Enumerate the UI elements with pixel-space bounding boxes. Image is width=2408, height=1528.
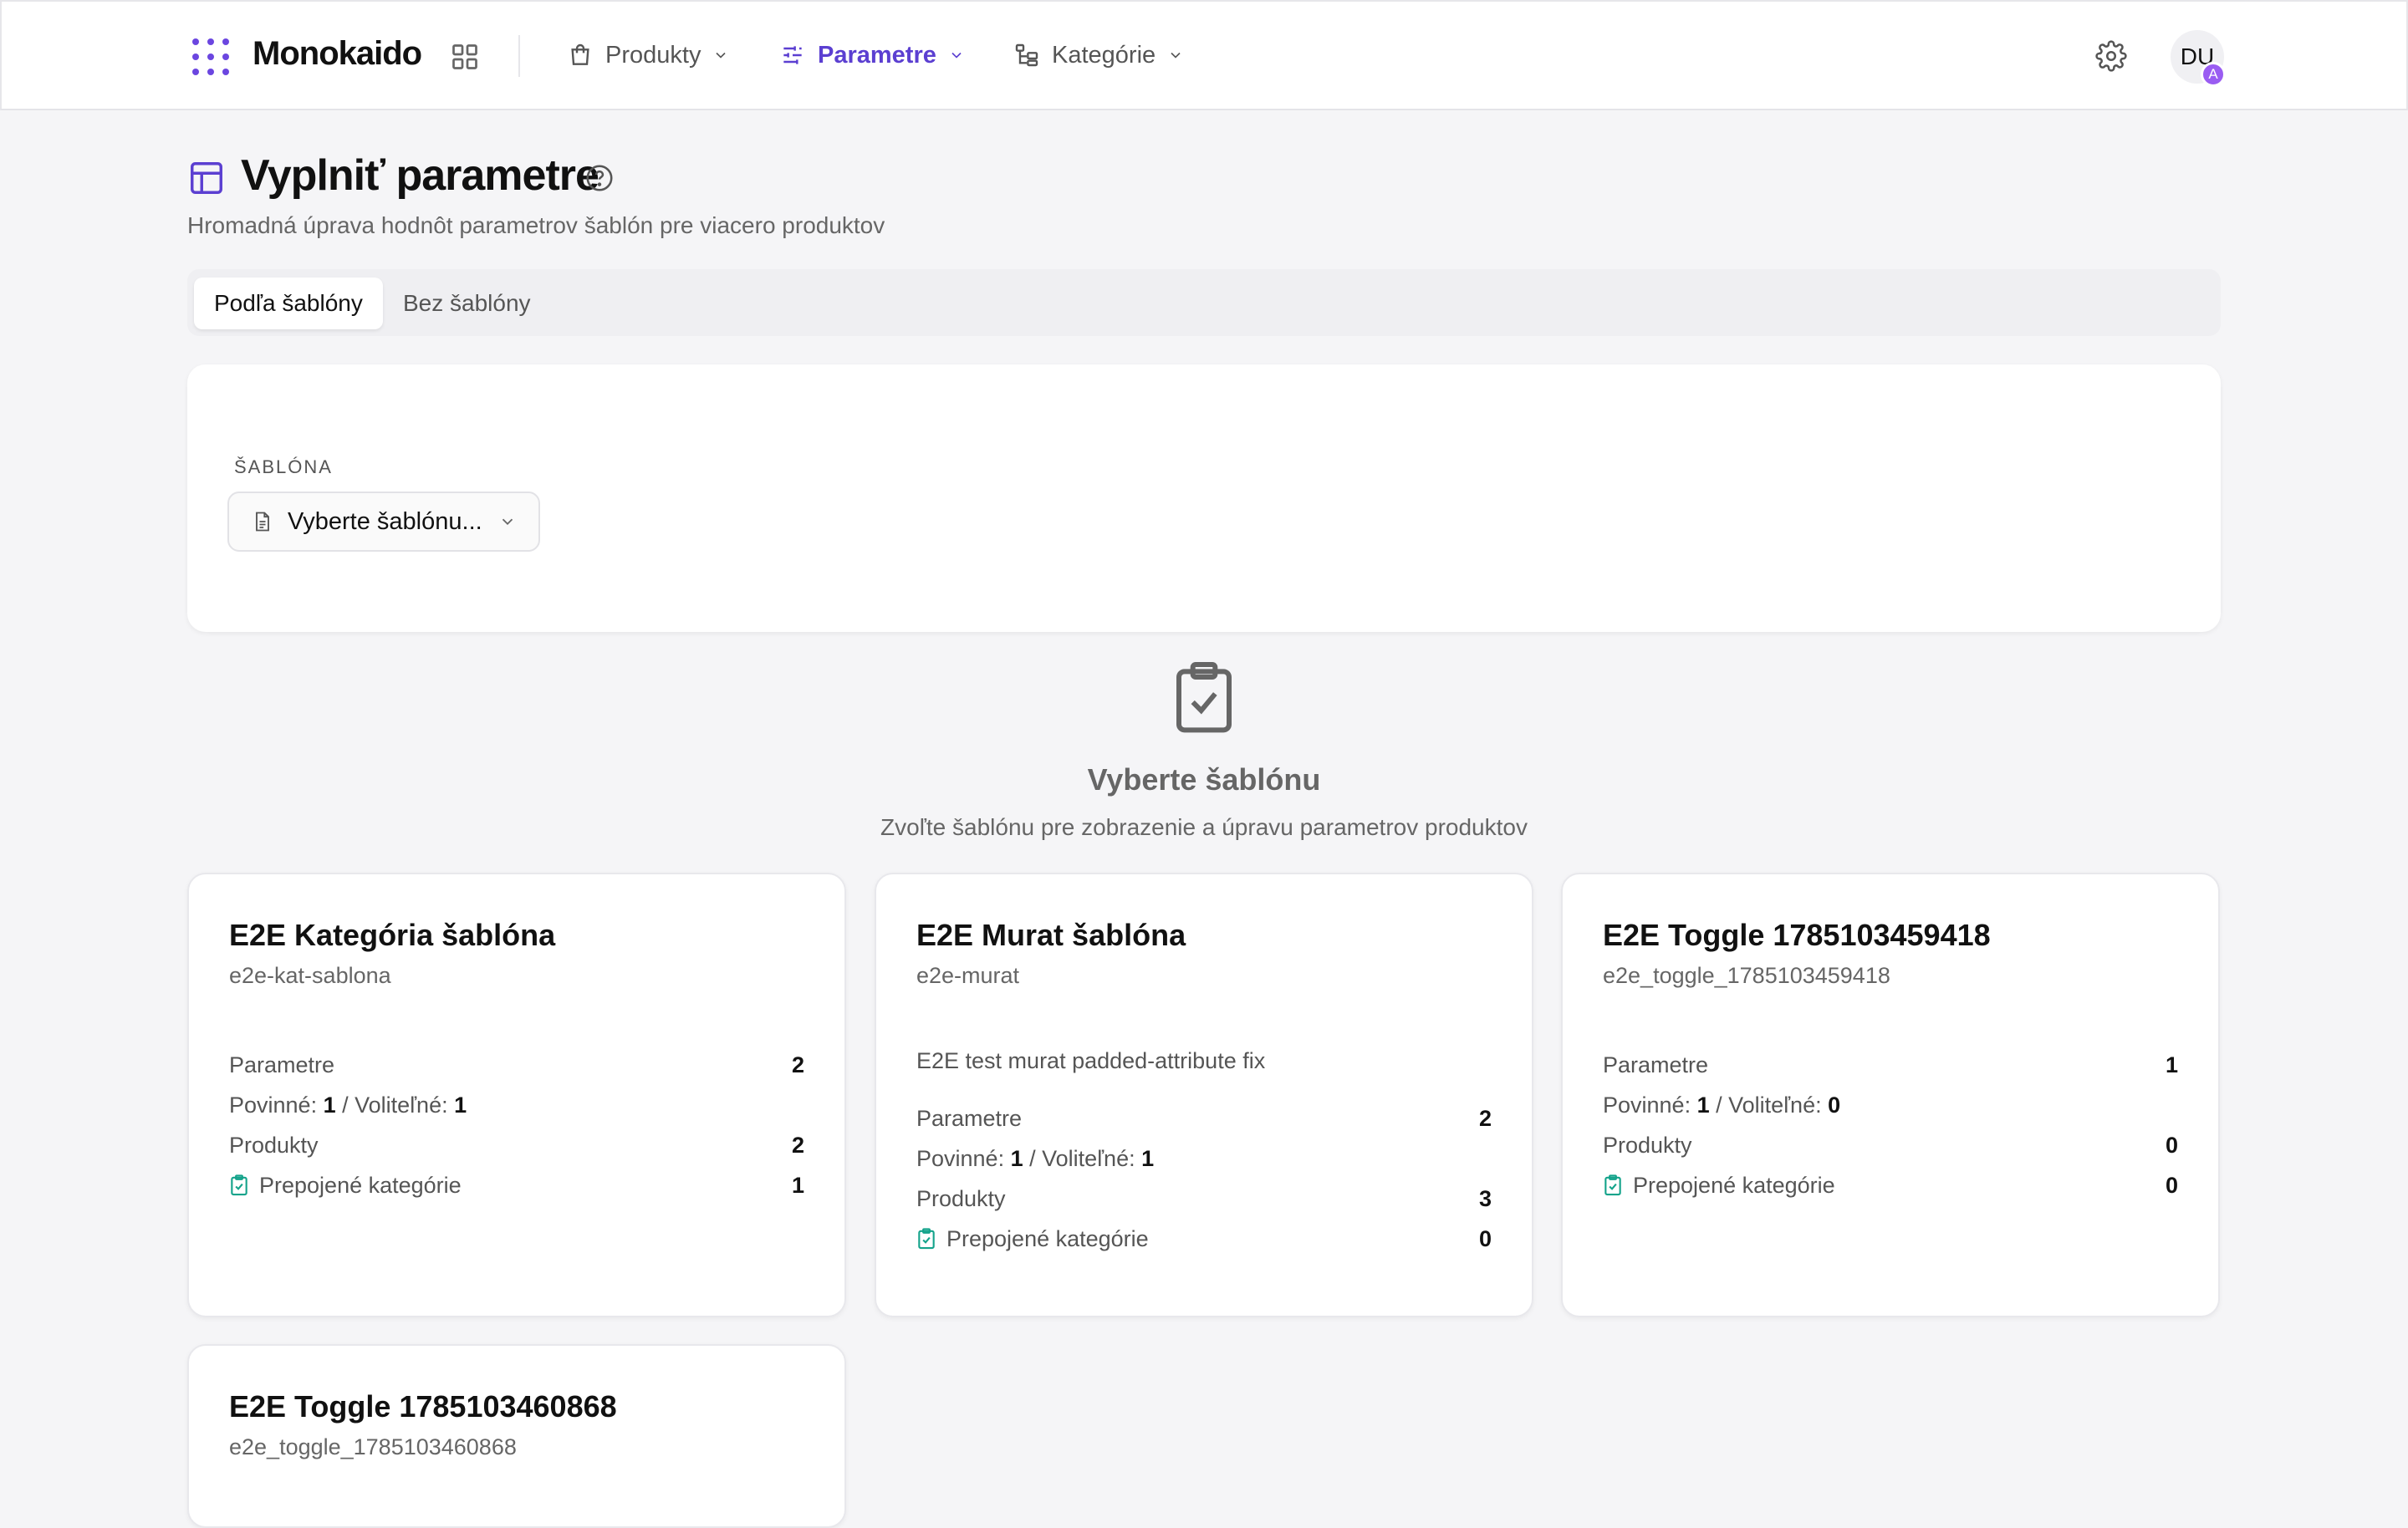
optional-count: 1 — [1141, 1145, 1155, 1171]
products-row: Produkty 0 — [1603, 1128, 2178, 1162]
template-select-card: ŠABLÓNA Vyberte šablónu... — [187, 364, 2221, 632]
optional-count: 1 — [454, 1092, 467, 1118]
linked-categories-count: 0 — [1478, 1225, 1492, 1251]
template-name: E2E Toggle 1785103460868 — [229, 1389, 617, 1424]
parameters-row: Parametre 2 — [229, 1048, 804, 1082]
template-slug: e2e_toggle_1785103459418 — [1603, 963, 1890, 988]
logo-dots-icon[interactable] — [192, 38, 229, 75]
template-select-dropdown[interactable]: Vyberte šablónu... — [227, 492, 540, 552]
settings-gear-icon[interactable] — [2095, 40, 2127, 72]
chevron-down-icon — [502, 518, 513, 526]
template-card[interactable]: E2E Murat šablóna e2e-murat E2E test mur… — [875, 873, 1533, 1317]
template-slug: e2e_toggle_1785103460868 — [229, 1434, 517, 1459]
table-layout-icon — [191, 162, 222, 194]
nav-parametre-label: Parametre — [818, 41, 936, 69]
products-count: 3 — [1478, 1185, 1492, 1211]
document-icon — [256, 512, 269, 532]
required-optional-row: Povinné: 1 / Voliteľné: 1 — [229, 1092, 467, 1118]
required-label: Povinné: — [916, 1145, 1005, 1171]
clipboard-check-icon — [918, 1228, 935, 1250]
template-card[interactable]: E2E Toggle 1785103459418 e2e_toggle_1785… — [1561, 873, 2220, 1317]
nav-parametre[interactable]: Parametre — [779, 35, 965, 75]
products-row: Produkty 3 — [916, 1182, 1492, 1215]
empty-state-title: Vyberte šablónu — [1087, 762, 1321, 797]
chevron-down-icon — [951, 52, 962, 59]
required-count: 1 — [1010, 1145, 1023, 1171]
optional-count: 0 — [1828, 1092, 1841, 1118]
nav-produkty-label: Produkty — [605, 41, 701, 69]
products-row: Produkty 2 — [229, 1128, 804, 1162]
help-circle-icon[interactable] — [584, 162, 615, 194]
sliders-icon — [783, 46, 802, 64]
linked-categories-label: Prepojené kategórie — [946, 1225, 1149, 1251]
required-label: Povinné: — [229, 1092, 318, 1118]
avatar-role-badge: A — [2201, 62, 2226, 87]
nav-divider — [518, 35, 520, 77]
optional-label: Voliteľné: — [355, 1092, 448, 1118]
products-label: Produkty — [916, 1185, 1006, 1211]
apps-grid-icon[interactable] — [450, 42, 480, 72]
template-name: E2E Murat šablóna — [916, 918, 1186, 952]
template-card[interactable]: E2E Toggle 1785103460868 e2e_toggle_1785… — [187, 1344, 846, 1528]
required-label: Povinné: — [1603, 1092, 1691, 1118]
template-card[interactable]: E2E Kategória šablóna e2e-kat-sablona Pa… — [187, 873, 846, 1317]
parameters-count: 1 — [2165, 1052, 2178, 1077]
chevron-down-icon — [1171, 52, 1181, 59]
required-optional-row: Povinné: 1 / Voliteľné: 0 — [1603, 1092, 1841, 1118]
clipboard-check-icon — [1176, 662, 1232, 733]
template-select-label: ŠABLÓNA — [234, 456, 333, 477]
nav-produkty[interactable]: Produkty — [567, 35, 729, 75]
products-count: 0 — [2165, 1132, 2178, 1158]
required-count: 1 — [1696, 1092, 1710, 1118]
nav-kategorie-label: Kategórie — [1052, 41, 1156, 69]
mode-tabs: Podľa šablóny Bez šablóny — [187, 269, 2221, 336]
page-subtitle: Hromadná úprava hodnôt parametrov šablón… — [187, 212, 885, 238]
parameters-label: Parametre — [229, 1052, 335, 1077]
linked-categories-count: 1 — [791, 1172, 804, 1198]
linked-categories-label: Prepojené kategórie — [259, 1172, 462, 1198]
template-name: E2E Kategória šablóna — [229, 918, 556, 952]
template-slug: e2e-murat — [916, 963, 1020, 988]
tab-podla-sablony[interactable]: Podľa šablóny — [194, 278, 383, 329]
empty-state-subtitle: Zvoľte šablónu pre zobrazenie a úpravu p… — [880, 814, 1528, 840]
linked-categories-row: Prepojené kategórie 0 — [916, 1222, 1492, 1256]
linked-categories-label: Prepojené kategórie — [1633, 1172, 1835, 1198]
optional-label: Voliteľné: — [1728, 1092, 1822, 1118]
parameters-label: Parametre — [1603, 1052, 1709, 1077]
template-slug: e2e-kat-sablona — [229, 963, 391, 988]
template-description: E2E test murat padded-attribute fix — [916, 1048, 1266, 1073]
linked-categories-row: Prepojené kategórie 1 — [229, 1169, 804, 1202]
template-select-value: Vyberte šablónu... — [288, 507, 482, 535]
tab-bez-sablony[interactable]: Bez šablóny — [383, 278, 551, 329]
template-name: E2E Toggle 1785103459418 — [1603, 918, 1991, 952]
products-label: Produkty — [229, 1132, 319, 1158]
parameters-label: Parametre — [916, 1105, 1023, 1131]
top-navigation-bar: Monokaido Produkty Parametre Kategórie D… — [0, 0, 2408, 110]
linked-categories-row: Prepojené kategórie 0 — [1603, 1169, 2178, 1202]
clipboard-check-icon — [231, 1174, 247, 1196]
products-count: 2 — [791, 1132, 804, 1158]
clipboard-check-icon — [1604, 1174, 1621, 1196]
parameters-row: Parametre 2 — [916, 1102, 1492, 1135]
parameters-row: Parametre 1 — [1603, 1048, 2178, 1082]
products-label: Produkty — [1603, 1132, 1692, 1158]
parameters-count: 2 — [791, 1052, 804, 1077]
optional-label: Voliteľné: — [1042, 1145, 1135, 1171]
nav-kategorie[interactable]: Kategórie — [1013, 35, 1184, 75]
shopping-bag-icon — [571, 43, 589, 65]
category-tree-icon — [1015, 43, 1038, 67]
parameters-count: 2 — [1478, 1105, 1492, 1131]
page-title: Vyplniť parametre — [241, 151, 599, 200]
linked-categories-count: 0 — [2165, 1172, 2178, 1198]
required-optional-row: Povinné: 1 / Voliteľné: 1 — [916, 1145, 1155, 1171]
required-count: 1 — [323, 1092, 336, 1118]
brand-name[interactable]: Monokaido — [253, 35, 422, 73]
chevron-down-icon — [716, 52, 727, 59]
